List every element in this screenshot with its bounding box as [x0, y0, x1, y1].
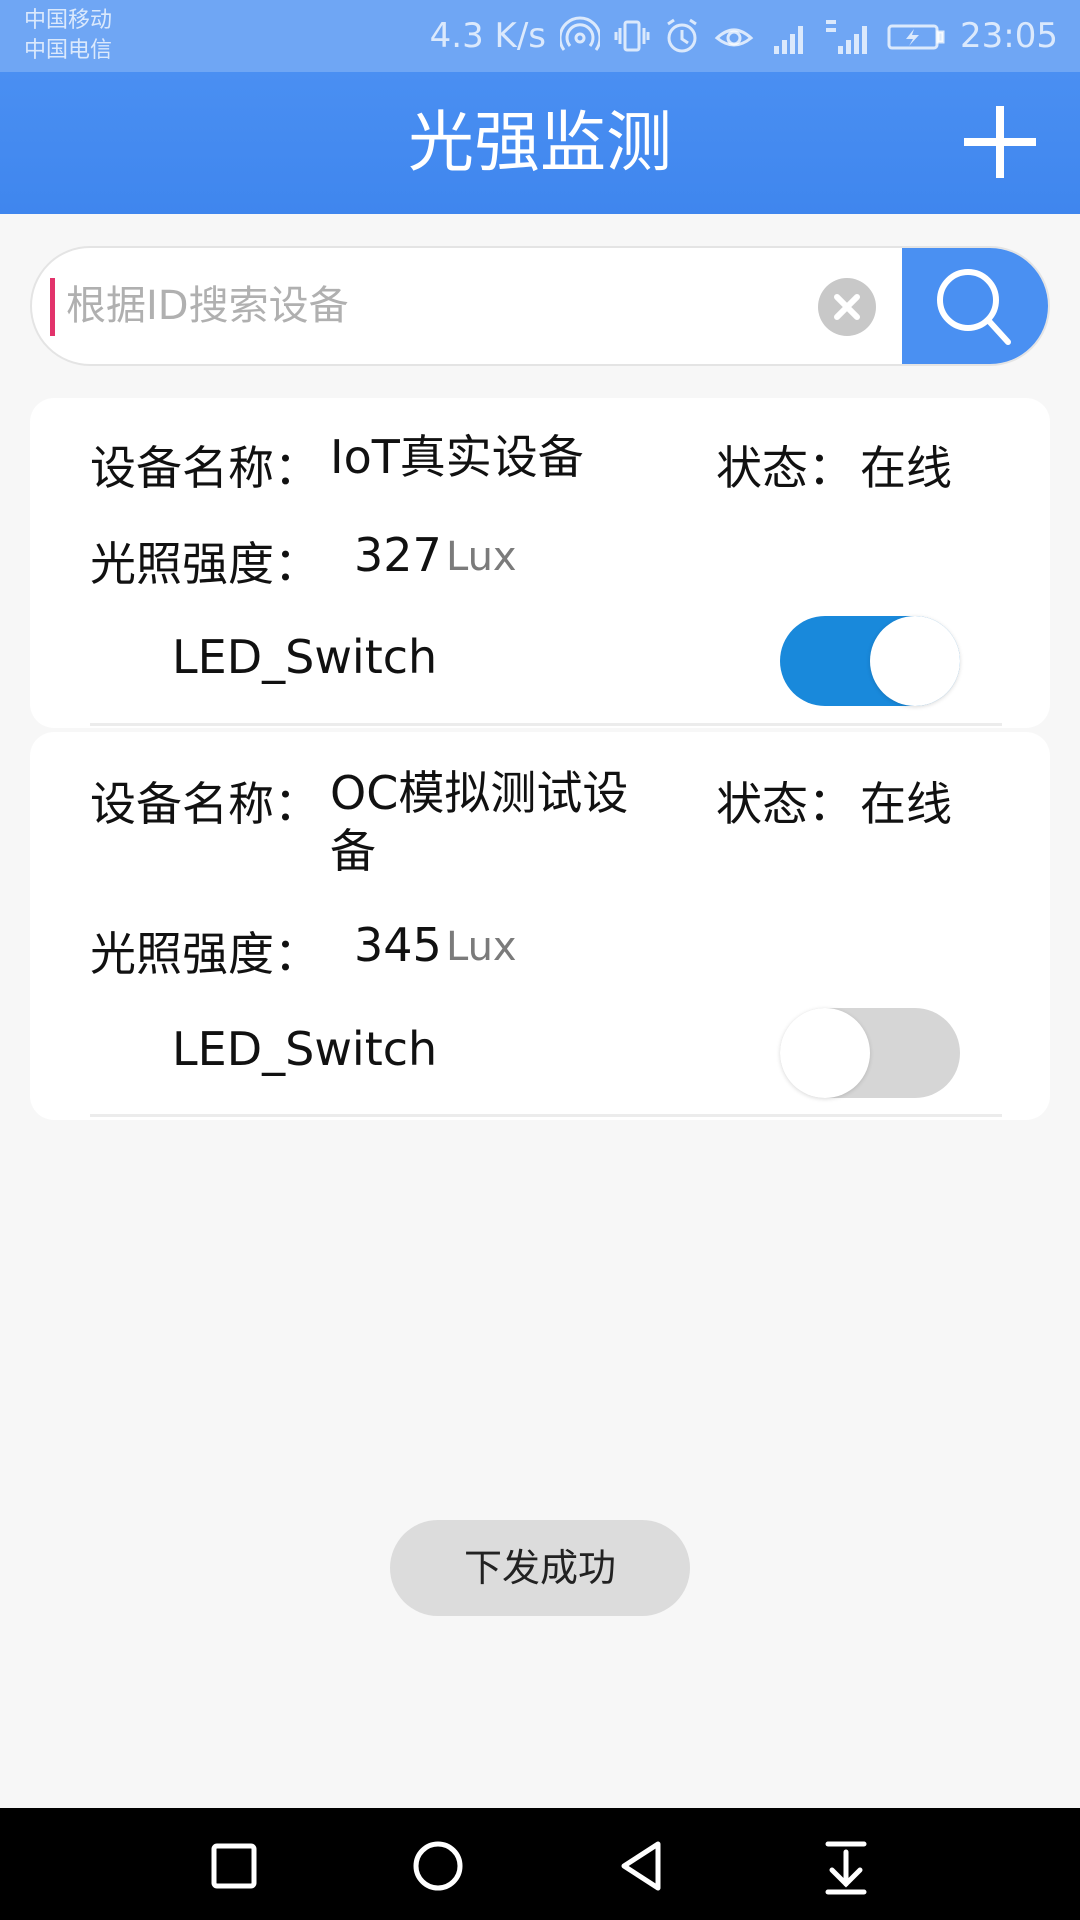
led-switch-toggle[interactable]: [780, 616, 960, 706]
device-name: IoT真实设备: [330, 430, 584, 484]
status-value: 在线: [860, 777, 952, 831]
clock: 23:05: [960, 16, 1058, 56]
lux-label: 光照强度：: [90, 537, 320, 591]
signal-2g-icon: [768, 16, 810, 56]
led-switch-label: LED_Switch: [172, 630, 438, 684]
status-label: 状态：: [716, 777, 854, 831]
hotspot-icon: [560, 16, 601, 56]
lux-value: 345: [354, 918, 442, 972]
toggle-knob: [870, 616, 960, 706]
network-speed: 4.3 K/s: [429, 16, 547, 56]
status-label: 状态：: [716, 441, 854, 495]
toggle-knob: [780, 1008, 870, 1098]
battery-charging-icon: [886, 16, 946, 56]
carrier-2: 中国电信: [24, 38, 113, 63]
alarm-icon: [664, 16, 700, 56]
divider: [90, 723, 1002, 726]
recent-apps-icon: [211, 1843, 257, 1889]
clear-search-button[interactable]: [818, 278, 876, 336]
search-icon: [937, 269, 1011, 345]
status-value: 在线: [860, 441, 952, 495]
vibrate-icon: [614, 16, 650, 56]
carrier-1: 中国移动: [24, 8, 113, 33]
status-icons: 4.3 K/s 23:05: [430, 14, 1058, 58]
app-bar: 光强监测: [0, 72, 1080, 214]
device-name: OC模拟测试设备: [330, 766, 629, 878]
led-switch-label: LED_Switch: [172, 1022, 438, 1076]
device-card[interactable]: 设备名称： OC模拟测试设备 状态： 在线 光照强度： 345 Lux LED_…: [30, 732, 1050, 1120]
device-card[interactable]: 设备名称： IoT真实设备 状态： 在线 光照强度： 327 Lux LED_S…: [30, 398, 1050, 728]
signal-4g-2g-icon: [824, 16, 872, 56]
text-cursor: [50, 278, 55, 336]
device-name-label: 设备名称：: [90, 441, 320, 495]
navigation-bar: [0, 1808, 1080, 1920]
carrier-info: 中国移动 中国电信: [24, 6, 112, 66]
clear-icon: [834, 294, 860, 320]
led-switch-toggle[interactable]: [780, 1008, 960, 1098]
back-button[interactable]: [612, 1836, 672, 1896]
plus-icon: [964, 106, 1036, 178]
lux-value: 327: [354, 528, 442, 582]
page-title: 光强监测: [408, 104, 672, 181]
eye-icon: [714, 16, 754, 56]
home-button[interactable]: [408, 1836, 468, 1896]
notification-pull-icon: [825, 1841, 867, 1895]
lux-unit: Lux: [446, 924, 517, 970]
home-icon: [413, 1841, 463, 1891]
add-device-button[interactable]: [960, 102, 1040, 182]
divider: [90, 1114, 1002, 1117]
status-bar: 中国移动 中国电信 4.3 K/s 23:05: [0, 0, 1080, 72]
search-bar: [30, 246, 1050, 366]
search-button[interactable]: [902, 248, 1048, 364]
lux-label: 光照强度：: [90, 927, 320, 981]
lux-unit: Lux: [446, 534, 517, 580]
recent-apps-button[interactable]: [204, 1836, 264, 1896]
device-name-label: 设备名称：: [90, 777, 320, 831]
back-icon: [621, 1841, 661, 1891]
search-input[interactable]: [46, 248, 826, 364]
notification-pull-button[interactable]: [816, 1836, 876, 1896]
toast-message: 下发成功: [390, 1520, 690, 1616]
